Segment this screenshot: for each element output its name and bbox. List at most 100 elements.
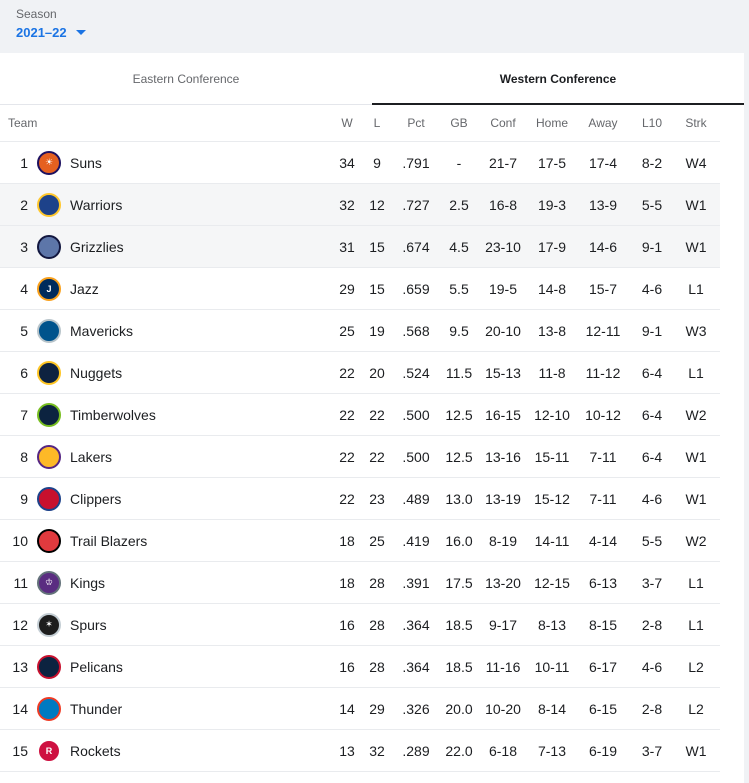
team-name[interactable]: Timberwolves bbox=[70, 407, 332, 423]
table-row[interactable]: 6 Nuggets 22 20 .524 11.5 15-13 11-8 11-12 6-4 L1 bbox=[0, 352, 720, 394]
team-logo-cell: ☀ bbox=[28, 150, 70, 175]
stat-gb: 16.0 bbox=[445, 532, 473, 549]
stat-gb: 22.0 bbox=[445, 742, 473, 759]
stat-w: 16 bbox=[339, 616, 355, 633]
table-row[interactable]: 13 Pelicans 16 28 .364 18.5 11-16 10-11 6-17 4-6 L… bbox=[0, 646, 720, 688]
stat-conf: 6-18 bbox=[488, 742, 518, 759]
team-name[interactable]: Rockets bbox=[70, 743, 332, 759]
tab-western-conference[interactable]: Western Conference bbox=[372, 53, 744, 105]
stat-conf: 15-13 bbox=[485, 364, 521, 381]
stat-home: 17-9 bbox=[537, 238, 567, 255]
team-name[interactable]: Suns bbox=[70, 155, 332, 171]
table-row[interactable]: 14 Thunder 14 29 .326 20.0 10-20 8-14 6-15 2-8 L2 bbox=[0, 688, 720, 730]
team-name[interactable]: Spurs bbox=[70, 617, 332, 633]
team-name[interactable]: Pelicans bbox=[70, 659, 332, 675]
column-header-home: Home bbox=[535, 116, 568, 130]
team-name[interactable]: Lakers bbox=[70, 449, 332, 465]
stat-conf: 10-20 bbox=[485, 700, 521, 717]
table-row[interactable]: 15 R Rockets 13 32 .289 22.0 6-18 7-13 6-19 3-7 W1 bbox=[0, 730, 720, 772]
table-row[interactable]: 9 Clippers 22 23 .489 13.0 13-19 15-12 7-11 4-6 W1 bbox=[0, 478, 720, 520]
table-row[interactable]: 12 ✶ Spurs 16 28 .364 18.5 9-17 8-13 8-15 2-8 L1 bbox=[0, 604, 720, 646]
stat-w: 29 bbox=[339, 280, 355, 297]
stat-home: 17-5 bbox=[537, 154, 567, 171]
stat-l10: 6-4 bbox=[641, 448, 663, 465]
stat-conf: 23-10 bbox=[485, 238, 521, 255]
team-name[interactable]: Mavericks bbox=[70, 323, 332, 339]
stat-pct: .500 bbox=[402, 406, 430, 423]
standings-table: Team W L Pct GB Conf Home Away L10 Strk … bbox=[0, 105, 720, 772]
stat-away: 6-17 bbox=[588, 658, 618, 675]
stat-home: 15-11 bbox=[534, 448, 570, 465]
stat-strk: W3 bbox=[685, 322, 707, 339]
team-name[interactable]: Thunder bbox=[70, 701, 332, 717]
stat-home: 19-3 bbox=[537, 196, 567, 213]
stat-strk: L2 bbox=[688, 700, 704, 717]
stat-l: 32 bbox=[369, 742, 385, 759]
stat-strk: W1 bbox=[685, 742, 707, 759]
stat-w: 18 bbox=[339, 532, 355, 549]
stat-pct: .289 bbox=[402, 742, 430, 759]
stat-w: 25 bbox=[339, 322, 355, 339]
team-rank: 11 bbox=[13, 574, 28, 591]
stat-away: 6-15 bbox=[588, 700, 618, 717]
stat-gb: 18.5 bbox=[445, 616, 473, 633]
stat-l: 28 bbox=[369, 616, 385, 633]
stat-w: 22 bbox=[339, 406, 355, 423]
stat-l: 9 bbox=[373, 154, 381, 171]
team-name[interactable]: Kings bbox=[70, 575, 332, 591]
column-header-l10: L10 bbox=[641, 116, 663, 130]
stat-home: 14-8 bbox=[537, 280, 567, 297]
stat-w: 32 bbox=[339, 196, 355, 213]
table-row[interactable]: 10 Trail Blazers 18 25 .419 16.0 8-19 14-11 4-14… bbox=[0, 520, 720, 562]
table-row[interactable]: 2 Warriors 32 12 .727 2.5 16-8 19-3 13-9 5-5 W1 bbox=[0, 184, 720, 226]
team-name[interactable]: Warriors bbox=[70, 197, 332, 213]
table-row[interactable]: 1 ☀ Suns 34 9 .791 - 21-7 17-5 17-4 8-2 W4 bbox=[0, 142, 720, 184]
table-row[interactable]: 11 ♔ Kings 18 28 .391 17.5 13-20 12-15 6-13 3-7 L1 bbox=[0, 562, 720, 604]
team-name[interactable]: Clippers bbox=[70, 491, 332, 507]
table-row[interactable]: 7 Timberwolves 22 22 .500 12.5 16-15 12-10 10-12… bbox=[0, 394, 720, 436]
column-header-w: W bbox=[341, 116, 353, 130]
tab-eastern-conference[interactable]: Eastern Conference bbox=[0, 53, 372, 104]
suns-logo-icon: ☀ bbox=[37, 150, 61, 175]
season-dropdown[interactable]: 2021–22 bbox=[16, 25, 86, 40]
stat-w: 22 bbox=[339, 364, 355, 381]
team-rank: 9 bbox=[20, 490, 28, 507]
stat-home: 12-15 bbox=[534, 574, 570, 591]
stat-away: 11-12 bbox=[585, 364, 621, 381]
table-row[interactable]: 8 Lakers 22 22 .500 12.5 13-16 15-11 7-11 6-4 W1 bbox=[0, 436, 720, 478]
stat-conf: 13-20 bbox=[485, 574, 521, 591]
season-selector-bar: Season 2021–22 bbox=[0, 0, 749, 53]
team-name[interactable]: Trail Blazers bbox=[70, 533, 332, 549]
team-name[interactable]: Nuggets bbox=[70, 365, 332, 381]
team-logo-cell: J bbox=[28, 276, 70, 301]
stat-gb: 4.5 bbox=[449, 238, 469, 255]
stat-w: 22 bbox=[339, 448, 355, 465]
stat-conf: 16-15 bbox=[485, 406, 521, 423]
stat-l10: 9-1 bbox=[641, 322, 663, 339]
team-name[interactable]: Jazz bbox=[70, 281, 332, 297]
table-row[interactable]: 5 Mavericks 25 19 .568 9.5 20-10 13-8 12-11 9-1 W3 bbox=[0, 310, 720, 352]
stat-l: 25 bbox=[369, 532, 385, 549]
stat-l10: 4-6 bbox=[641, 490, 663, 507]
column-header-pct: Pct bbox=[407, 116, 425, 130]
stat-l: 23 bbox=[369, 490, 385, 507]
team-rank: 5 bbox=[20, 322, 28, 339]
table-row[interactable]: 4 J Jazz 29 15 .659 5.5 19-5 14-8 15-7 4-6 L1 bbox=[0, 268, 720, 310]
stat-l10: 5-5 bbox=[641, 196, 663, 213]
grizzlies-logo-icon bbox=[37, 234, 61, 259]
column-header-team: Team bbox=[8, 116, 38, 130]
team-name[interactable]: Grizzlies bbox=[70, 239, 332, 255]
stat-l10: 2-8 bbox=[641, 616, 663, 633]
table-row[interactable]: 3 Grizzlies 31 15 .674 4.5 23-10 17-9 14-6 9-1 W1 bbox=[0, 226, 720, 268]
stat-gb: 5.5 bbox=[449, 280, 469, 297]
stat-strk: W1 bbox=[685, 196, 707, 213]
season-label: Season bbox=[16, 7, 57, 21]
stat-conf: 11-16 bbox=[485, 658, 521, 675]
table-header: Team W L Pct GB Conf Home Away L10 Strk bbox=[0, 105, 720, 142]
stat-gb: - bbox=[456, 154, 462, 171]
stat-l: 28 bbox=[369, 658, 385, 675]
stat-l: 28 bbox=[369, 574, 385, 591]
team-logo-cell bbox=[28, 402, 70, 427]
chevron-down-icon bbox=[75, 30, 86, 35]
standings-panel: Eastern Conference Western Conference Te… bbox=[0, 53, 744, 783]
